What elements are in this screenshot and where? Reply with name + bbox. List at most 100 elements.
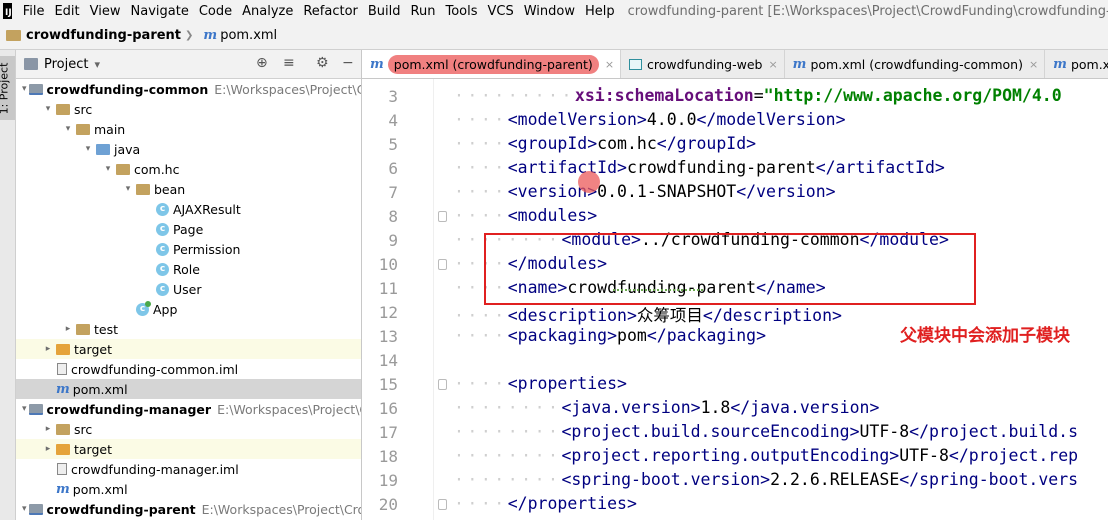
code-line: 5 ····<groupId>com.hc</groupId> bbox=[362, 133, 1108, 157]
menu-refactor[interactable]: Refactor bbox=[298, 4, 363, 19]
menu-build[interactable]: Build bbox=[363, 4, 406, 19]
expand-arrow-icon[interactable]: ▾ bbox=[22, 404, 27, 414]
menu-edit[interactable]: Edit bbox=[49, 4, 84, 19]
tree-item[interactable]: ▾ bean bbox=[16, 179, 361, 199]
code-editor[interactable]: 3 ·········xsi:schemaLocation="http://www… bbox=[362, 79, 1108, 520]
tree-item[interactable]: c User bbox=[16, 279, 361, 299]
menu-view[interactable]: View bbox=[85, 4, 126, 19]
folder-icon bbox=[76, 323, 90, 335]
tree-item[interactable]: c Role bbox=[16, 259, 361, 279]
tree-item[interactable]: ▾ com.hc bbox=[16, 159, 361, 179]
tab-label: crowdfunding-web bbox=[647, 56, 763, 72]
project-view-title[interactable]: Project bbox=[44, 57, 88, 72]
xml-content: 1.8 bbox=[700, 398, 731, 417]
class-icon: c bbox=[156, 222, 169, 236]
fold-marker-icon[interactable] bbox=[438, 259, 447, 270]
menu-code[interactable]: Code bbox=[194, 4, 237, 19]
line-number: 7 bbox=[388, 183, 398, 202]
tree-item[interactable]: m pom.xml bbox=[16, 479, 361, 499]
tree-item[interactable]: ▾ crowdfunding-manager E:\Workspaces\Proje… bbox=[16, 399, 361, 419]
tree-item[interactable]: c App bbox=[16, 299, 361, 319]
fold-marker-icon[interactable] bbox=[438, 211, 447, 222]
hide-icon[interactable]: − bbox=[342, 55, 354, 71]
tree-item[interactable]: ▾ main bbox=[16, 119, 361, 139]
close-icon[interactable]: × bbox=[768, 58, 777, 71]
editor-tab[interactable]: m pom.xml (crowdfunding-common) × bbox=[785, 50, 1046, 78]
tree-item[interactable]: c Permission bbox=[16, 239, 361, 259]
tree-item[interactable]: ▾ crowdfunding-common E:\Workspaces\Projec… bbox=[16, 79, 362, 99]
menu-run[interactable]: Run bbox=[406, 4, 441, 19]
excluded-folder-icon bbox=[56, 343, 70, 355]
indent-guide: ···· bbox=[454, 374, 508, 393]
menu-analyze[interactable]: Analyze bbox=[237, 4, 298, 19]
close-icon[interactable]: × bbox=[1029, 58, 1038, 71]
tree-item-label: pom.xml bbox=[72, 381, 128, 397]
line-number: 17 bbox=[378, 423, 398, 442]
indent-guide: ········ bbox=[454, 446, 562, 465]
close-icon[interactable]: × bbox=[605, 58, 614, 71]
project-tab-label: 1: Project bbox=[0, 62, 11, 115]
menu-file[interactable]: File bbox=[18, 4, 50, 19]
menu-vcs[interactable]: VCS bbox=[483, 4, 519, 19]
fold-marker-icon[interactable] bbox=[438, 499, 447, 510]
editor-tab[interactable]: m pom.xml (crowdfunding-parent) × bbox=[362, 50, 622, 78]
code-text: ····<modelVersion>4.0.0</modelVersion> bbox=[454, 110, 846, 129]
xml-tag: <properties> bbox=[507, 374, 627, 393]
locate-icon[interactable]: ⊕ bbox=[256, 55, 268, 71]
menu-tools[interactable]: Tools bbox=[440, 4, 482, 19]
tree-item[interactable]: crowdfunding-manager.iml bbox=[16, 459, 361, 479]
tab-label: pom.xml (crowdfunding-common) bbox=[810, 56, 1023, 72]
expand-arrow-icon[interactable]: ▾ bbox=[102, 164, 114, 174]
editor-tab[interactable]: mpom.xml (crowdfunding- bbox=[1045, 50, 1108, 78]
tree-item[interactable]: m pom.xml bbox=[16, 379, 361, 399]
module-path: E:\Workspaces\Project\Cro bbox=[214, 81, 362, 97]
breadcrumb-project[interactable]: crowdfunding-parent bbox=[26, 28, 181, 43]
xml-tag: <project.reporting.outputEncoding> bbox=[561, 446, 900, 465]
tree-item[interactable]: ▸ src bbox=[16, 419, 361, 439]
tree-item-label: com.hc bbox=[134, 161, 180, 177]
xml-content: UTF-8 bbox=[899, 446, 949, 465]
tree-item[interactable]: crowdfunding-common.iml bbox=[16, 359, 361, 379]
expand-arrow-icon[interactable]: ▾ bbox=[62, 124, 74, 134]
tree-item[interactable]: ▸ target bbox=[16, 339, 361, 359]
tree-item-label: User bbox=[173, 281, 202, 297]
indent-guide: ···· bbox=[454, 158, 508, 177]
expand-arrow-icon[interactable]: ▸ bbox=[62, 324, 74, 334]
xml-content: UTF-8 bbox=[859, 422, 910, 441]
tree-item[interactable]: ▸ test bbox=[16, 319, 361, 339]
code-text: ····<description>众筹项目</description> bbox=[454, 302, 842, 326]
menu-help[interactable]: Help bbox=[580, 4, 620, 19]
line-number: 15 bbox=[378, 375, 398, 394]
expand-arrow-icon[interactable]: ▸ bbox=[42, 424, 54, 434]
tree-item[interactable]: c Page bbox=[16, 219, 361, 239]
menu-navigate[interactable]: Navigate bbox=[126, 4, 194, 19]
code-text: ····<properties> bbox=[454, 374, 627, 393]
expand-arrow-icon[interactable]: ▾ bbox=[122, 184, 134, 194]
code-text: ········<project.build.sourceEncoding>UT… bbox=[454, 422, 1078, 441]
class-icon: c bbox=[156, 202, 169, 216]
fold-marker-icon[interactable] bbox=[438, 379, 447, 390]
tree-item[interactable]: c AJAXResult bbox=[16, 199, 361, 219]
project-tree: ▾ crowdfunding-common E:\Workspaces\Projec… bbox=[16, 79, 362, 519]
expand-arrow-icon[interactable]: ▾ bbox=[42, 104, 54, 114]
tree-item[interactable]: ▾ crowdfunding-parent E:\Workspaces\Projec… bbox=[16, 499, 361, 519]
expand-arrow-icon[interactable]: ▾ bbox=[22, 504, 27, 514]
editor-tab[interactable]: crowdfunding-web × bbox=[621, 50, 785, 78]
expand-arrow-icon[interactable]: ▸ bbox=[42, 344, 54, 354]
tree-item[interactable]: ▸ target bbox=[16, 439, 361, 459]
code-line: 17 ········<project.build.sourceEncoding>… bbox=[362, 421, 1108, 445]
chevron-down-icon[interactable]: ▾ bbox=[94, 58, 100, 71]
folder-icon bbox=[56, 103, 70, 115]
gear-icon[interactable]: ⚙ bbox=[316, 55, 329, 71]
expand-arrow-icon[interactable]: ▸ bbox=[42, 444, 54, 454]
tree-item[interactable]: ▾ java bbox=[16, 139, 361, 159]
project-tool-window-tab[interactable]: 1: Project bbox=[0, 56, 15, 120]
expand-arrow-icon[interactable]: ▾ bbox=[22, 84, 27, 94]
tree-item[interactable]: ▾ src bbox=[16, 99, 361, 119]
code-line: 3 ·········xsi:schemaLocation="http://www… bbox=[362, 85, 1108, 109]
collapse-all-icon[interactable]: ≡ bbox=[283, 55, 295, 71]
menu-window[interactable]: Window bbox=[519, 4, 580, 19]
breadcrumb-file[interactable]: pom.xml bbox=[220, 28, 277, 43]
expand-arrow-icon[interactable]: ▾ bbox=[82, 144, 94, 154]
xml-tag: </project.build.s bbox=[909, 422, 1079, 441]
